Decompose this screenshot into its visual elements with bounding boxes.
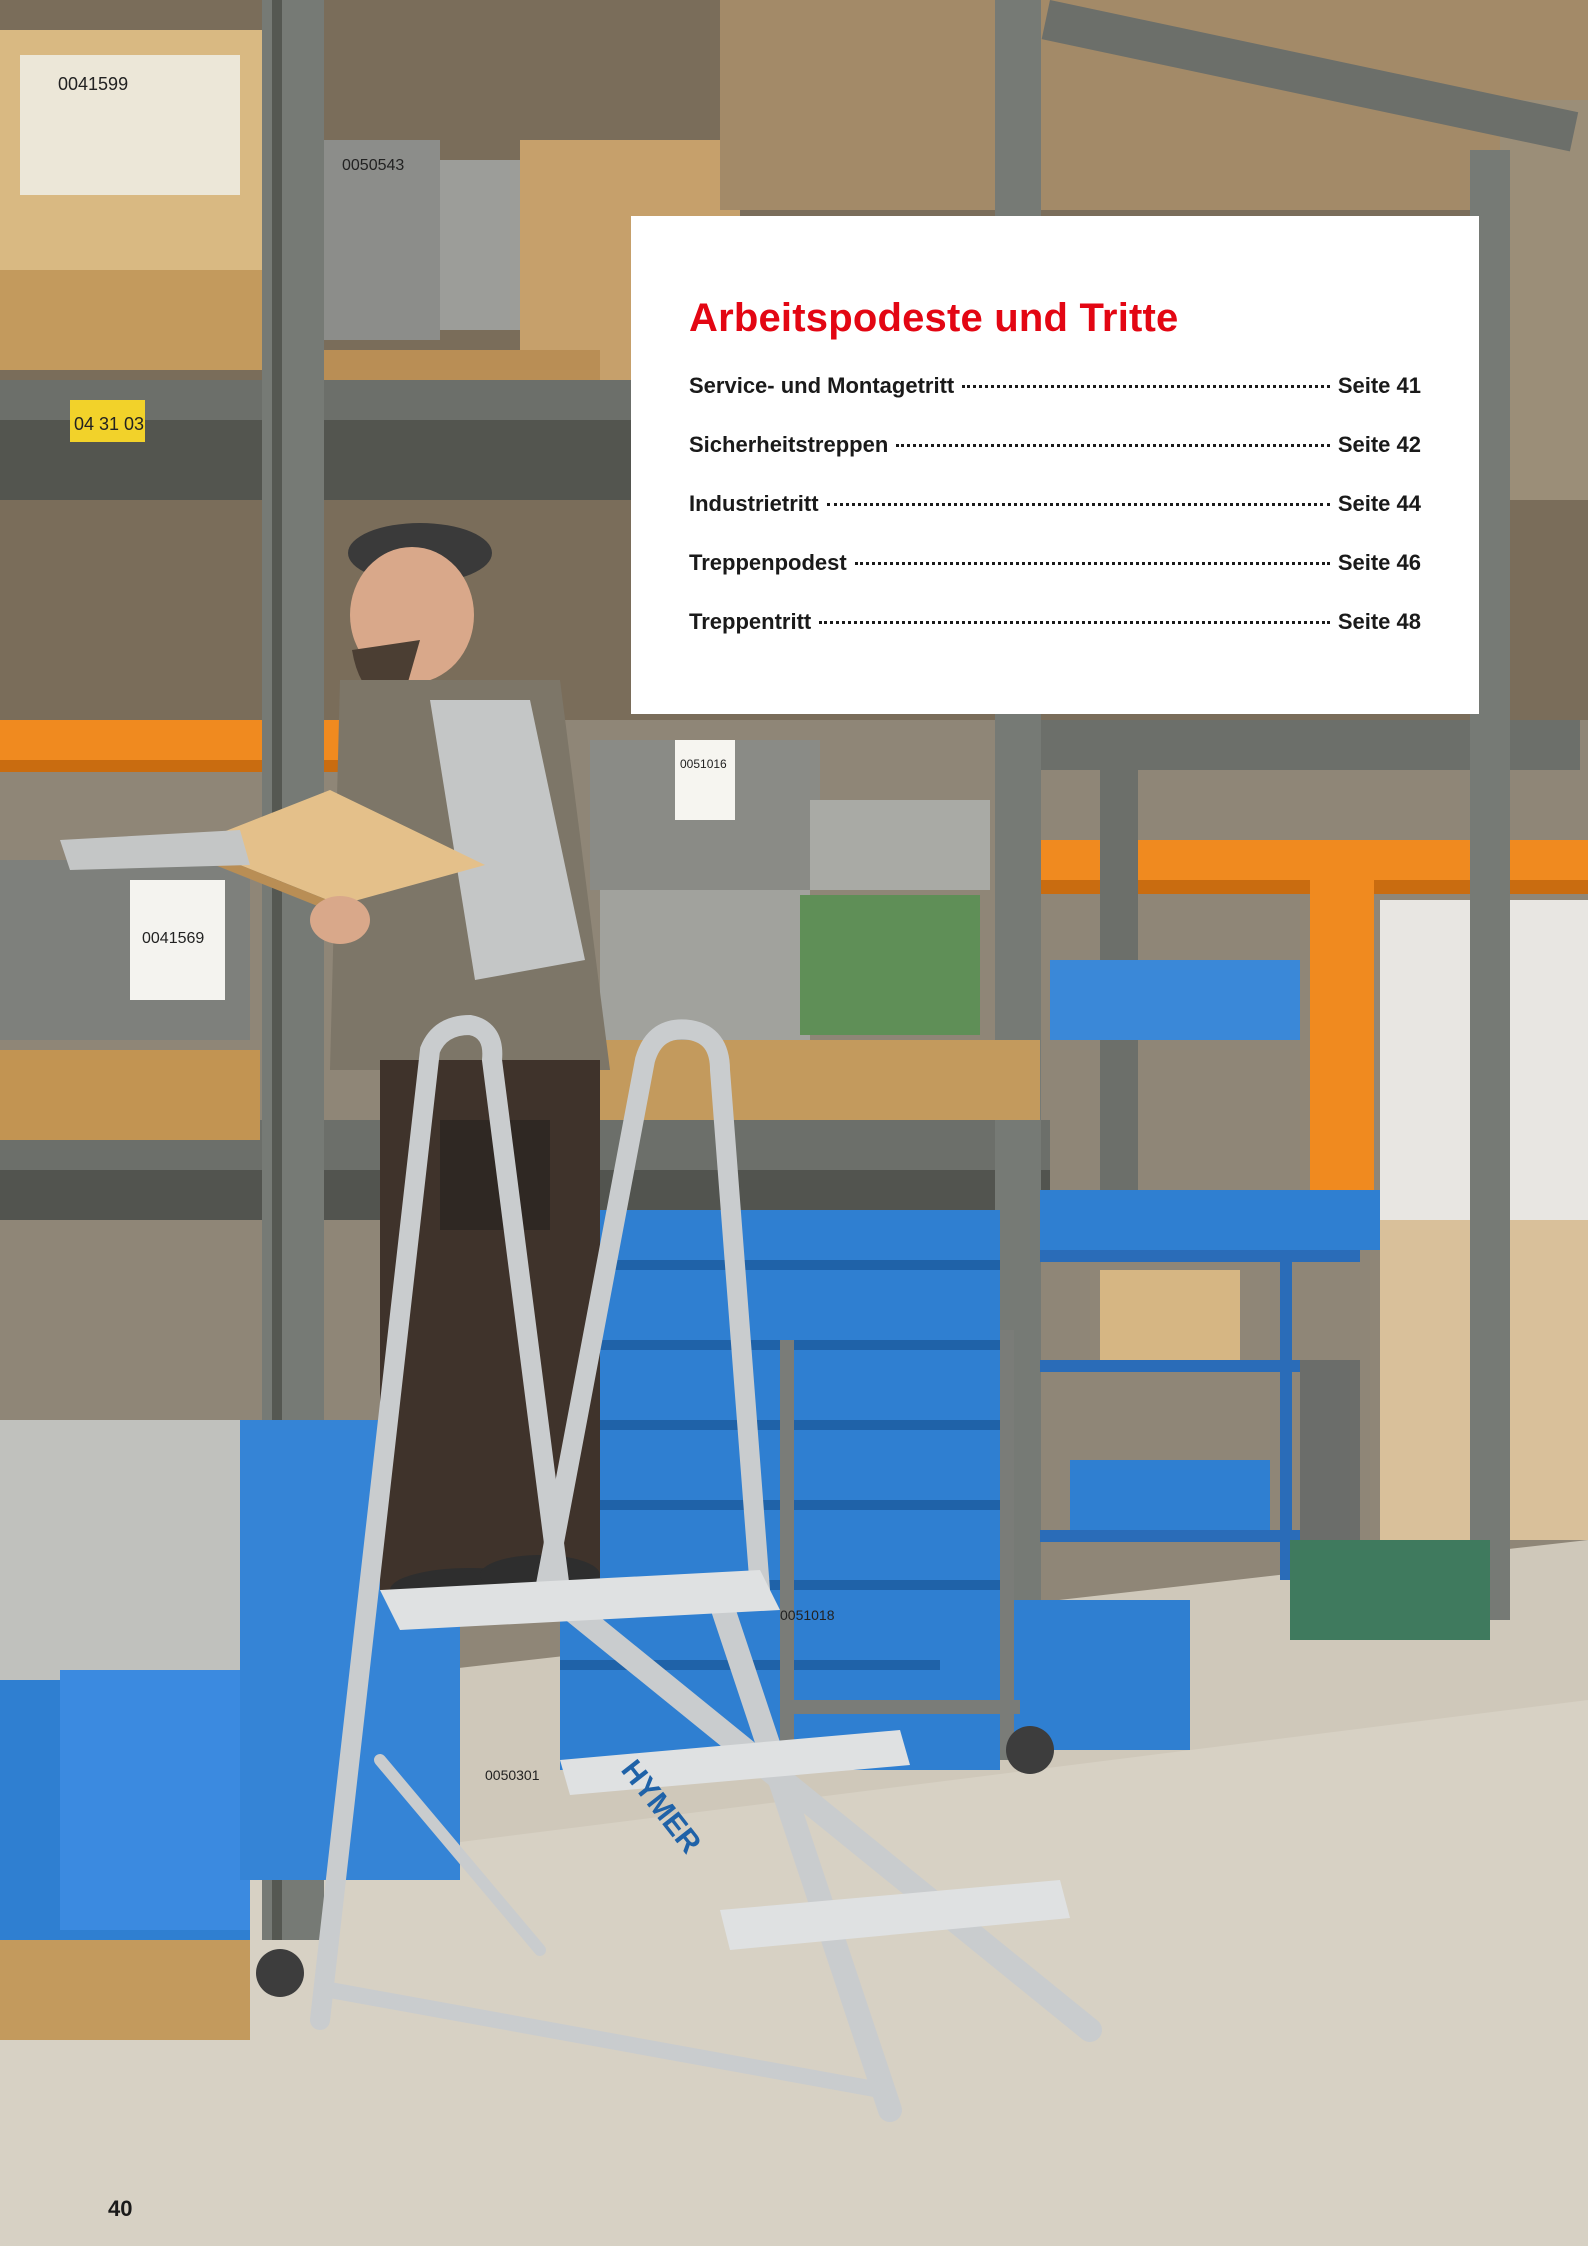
dot-leader: [826, 503, 1330, 506]
toc-entry-label: Sicherheitstreppen: [689, 432, 889, 457]
table-of-contents: Arbeitspodeste und Tritte Service- und M…: [631, 216, 1479, 714]
toc-entry-label: Treppenpodest: [689, 550, 847, 575]
toc-entry-label: Treppentritt: [689, 609, 812, 634]
dot-leader: [896, 444, 1330, 447]
toc-entry-page: Seite 48: [1337, 609, 1421, 634]
toc-entry-page: Seite 41: [1337, 373, 1421, 398]
page-number: 40: [108, 2196, 133, 2221]
bin-label: 0051016: [680, 757, 727, 771]
toc-entry[interactable]: Treppenpodest Seite 46: [689, 550, 1421, 609]
toc-entry-page: Seite 46: [1337, 550, 1421, 575]
bin-label: 0051018: [780, 1607, 835, 1623]
toc-entry[interactable]: Service- und Montagetritt Seite 41: [689, 373, 1421, 432]
dot-leader: [819, 621, 1330, 624]
toc-entry[interactable]: Industrietritt Seite 44: [689, 491, 1421, 550]
toc-list: Service- und Montagetritt Seite 41 Siche…: [689, 373, 1421, 668]
bin-label: 0041569: [142, 930, 204, 947]
bin-label: 0041599: [58, 74, 128, 94]
toc-entry[interactable]: Sicherheitstreppen Seite 42: [689, 432, 1421, 491]
dot-leader: [962, 385, 1330, 388]
toc-entry-label: Industrietritt: [689, 491, 819, 516]
dot-leader: [854, 562, 1330, 565]
section-title: Arbeitspodeste und Tritte: [689, 296, 1179, 340]
toc-entry-label: Service- und Montagetritt: [689, 373, 955, 398]
toc-entry-page: Seite 44: [1337, 491, 1421, 516]
bin-label: 0050543: [342, 157, 404, 174]
bin-label: 04 31 03: [74, 414, 144, 434]
bin-label: 0050301: [485, 1767, 540, 1783]
toc-entry[interactable]: Treppentritt Seite 48: [689, 609, 1421, 668]
toc-entry-page: Seite 42: [1337, 432, 1421, 457]
